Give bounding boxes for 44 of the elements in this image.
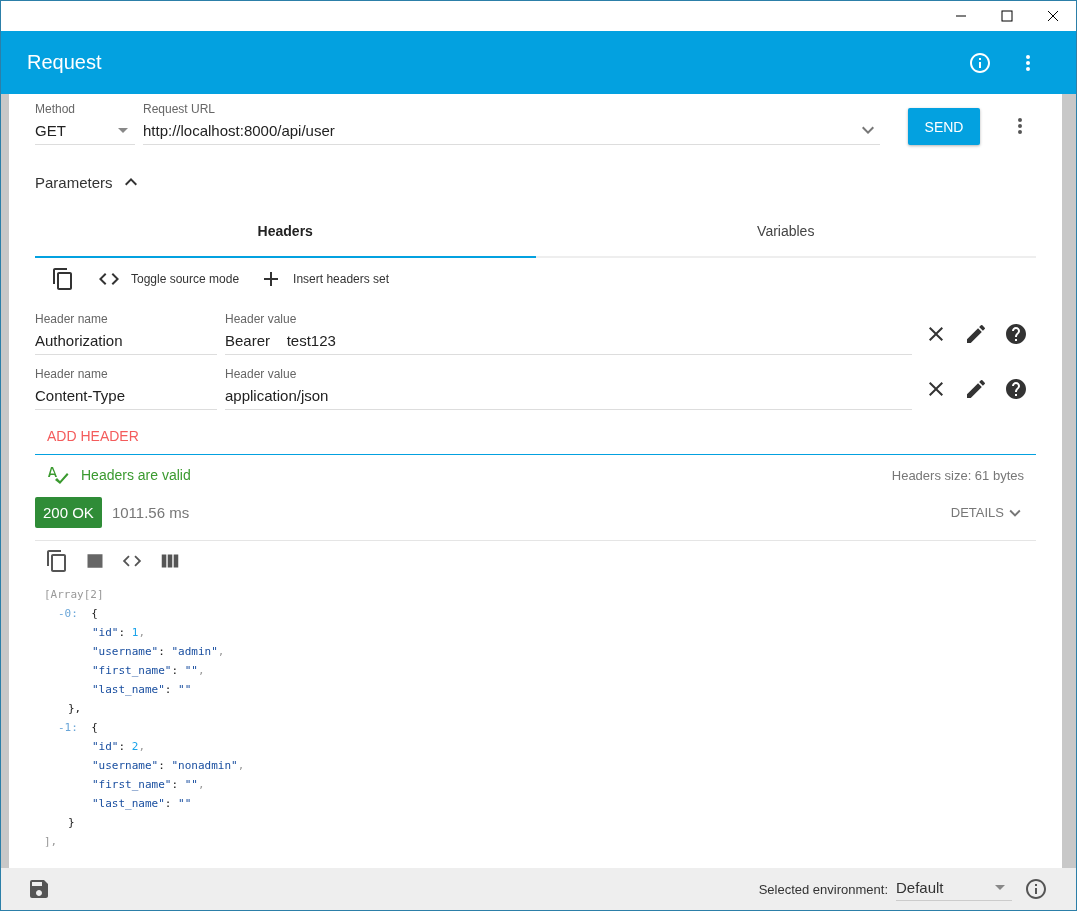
header-name-field[interactable]: Header name Authorization	[35, 312, 217, 355]
url-field[interactable]: Request URL http://localhost:8000/api/user	[143, 102, 880, 145]
json-line: "username": "nonadmin",	[91, 758, 246, 774]
copy-icon[interactable]	[51, 267, 75, 291]
header-value-field[interactable]: Header value application/json	[225, 367, 912, 410]
app-title: Request	[27, 51, 103, 74]
json-line: "first_name": "",	[91, 663, 206, 679]
close-icon[interactable]	[1047, 10, 1059, 22]
dropdown-arrow-icon	[118, 127, 128, 133]
copy-icon[interactable]	[45, 549, 69, 573]
headers-size: Headers size: 61 bytes	[891, 467, 1024, 483]
json-line: -1: {	[57, 720, 99, 736]
json-line: "id": 2,	[91, 739, 146, 755]
method-dropdown[interactable]: Method GET	[35, 102, 135, 145]
info-icon[interactable]	[968, 50, 992, 75]
json-line: }	[67, 815, 76, 831]
tab[interactable]: Headers	[35, 205, 536, 258]
json-line: "username": "admin",	[91, 644, 226, 660]
json-line: [Array[2]	[44, 587, 105, 603]
status-badge: 200 OK	[35, 497, 102, 528]
header-value-field[interactable]: Header value Bearer test123	[225, 312, 912, 355]
json-line: "id": 1,	[91, 625, 146, 641]
environment-dropdown[interactable]: Default	[896, 877, 1012, 901]
json-line: -0: {	[57, 606, 99, 622]
info-icon[interactable]	[1024, 877, 1048, 901]
dropdown-arrow-icon	[995, 885, 1005, 890]
header-name-field[interactable]: Header name Content-Type	[35, 367, 217, 410]
help-icon[interactable]	[1004, 376, 1028, 401]
environment-label: Selected environment:	[758, 881, 888, 897]
tab[interactable]: Variables	[535, 205, 1036, 258]
json-line: "last_name": ""	[91, 796, 193, 812]
json-line: ],	[44, 834, 59, 850]
json-line: "first_name": "",	[91, 777, 206, 793]
parameters-label: Parameters	[35, 173, 113, 191]
toggle-source-button[interactable]: Toggle source mode	[131, 272, 240, 286]
details-button[interactable]: DETAILS	[950, 501, 1026, 524]
help-icon[interactable]	[1004, 321, 1028, 346]
json-line: },	[67, 701, 83, 717]
validation-message: Headers are valid	[81, 467, 192, 483]
maximize-icon[interactable]	[1001, 10, 1013, 22]
response-time: 1011.56 ms	[111, 504, 191, 521]
json-line: "last_name": ""	[91, 682, 193, 698]
insert-headers-button[interactable]: Insert headers set	[293, 272, 390, 286]
save-icon[interactable]	[27, 877, 51, 901]
